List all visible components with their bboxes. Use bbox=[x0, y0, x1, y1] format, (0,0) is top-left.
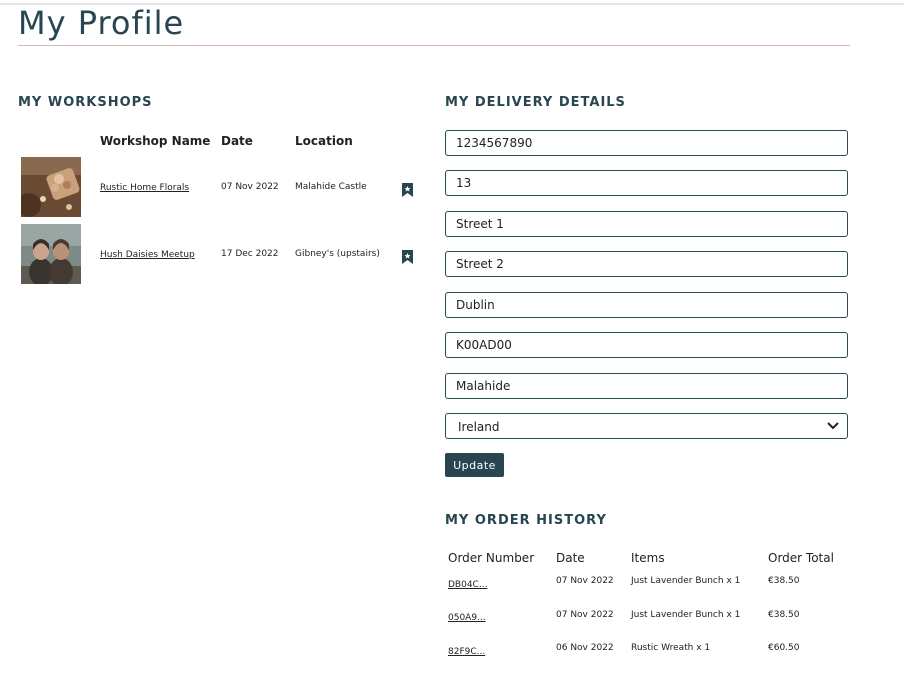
order-total-column-header: Order Total bbox=[768, 551, 834, 565]
workshop-location-column-header: Location bbox=[295, 134, 353, 148]
order-items-column-header: Items bbox=[631, 551, 665, 565]
order-history-heading: MY ORDER HISTORY bbox=[445, 513, 607, 528]
order-date-column-header: Date bbox=[556, 551, 585, 565]
order-items: Rustic Wreath x 1 bbox=[631, 643, 711, 653]
town-or-city-field[interactable] bbox=[445, 292, 848, 318]
order-total: €38.50 bbox=[768, 576, 800, 586]
delivery-details-heading: MY DELIVERY DETAILS bbox=[445, 95, 626, 110]
bookmark-icon[interactable] bbox=[402, 182, 413, 197]
order-number-link[interactable]: DB04C... bbox=[448, 580, 487, 590]
workshop-thumbnail bbox=[21, 224, 81, 284]
order-total: €38.50 bbox=[768, 610, 800, 620]
house-number-field[interactable] bbox=[445, 170, 848, 196]
order-number-column-header: Order Number bbox=[448, 551, 535, 565]
order-date: 07 Nov 2022 bbox=[556, 610, 614, 620]
order-number-link[interactable]: 050A9... bbox=[448, 613, 486, 623]
postcode-field[interactable] bbox=[445, 332, 848, 358]
workshop-thumbnail bbox=[21, 157, 81, 217]
workshops-heading: MY WORKSHOPS bbox=[18, 95, 153, 110]
street-address-1-field[interactable] bbox=[445, 211, 848, 237]
street-address-2-field[interactable] bbox=[445, 251, 848, 277]
order-items: Just Lavender Bunch x 1 bbox=[631, 610, 741, 620]
update-button[interactable]: Update bbox=[445, 453, 504, 477]
chevron-down-icon bbox=[827, 422, 839, 430]
workshop-row: Hush Daisies Meetup 17 Dec 2022 Gibney's… bbox=[0, 224, 420, 286]
county-field[interactable] bbox=[445, 373, 848, 399]
workshop-name-column-header: Workshop Name bbox=[100, 134, 211, 148]
country-select[interactable]: Ireland bbox=[445, 413, 848, 439]
workshop-name-link[interactable]: Rustic Home Florals bbox=[100, 183, 189, 193]
workshop-location: Gibney's (upstairs) bbox=[295, 249, 380, 259]
page-title: My Profile bbox=[18, 4, 185, 42]
title-divider bbox=[18, 45, 850, 46]
workshop-name-link[interactable]: Hush Daisies Meetup bbox=[100, 250, 195, 260]
order-number-link[interactable]: 82F9C... bbox=[448, 647, 485, 657]
workshop-date: 17 Dec 2022 bbox=[221, 249, 279, 259]
workshop-date-column-header: Date bbox=[221, 134, 253, 148]
workshop-date: 07 Nov 2022 bbox=[221, 182, 279, 192]
order-date: 07 Nov 2022 bbox=[556, 576, 614, 586]
workshop-location: Malahide Castle bbox=[295, 182, 367, 192]
workshop-row: Rustic Home Florals 07 Nov 2022 Malahide… bbox=[0, 157, 420, 219]
order-total: €60.50 bbox=[768, 643, 800, 653]
bookmark-icon[interactable] bbox=[402, 249, 413, 264]
phone-number-field[interactable] bbox=[445, 130, 848, 156]
order-date: 06 Nov 2022 bbox=[556, 643, 614, 653]
country-select-value: Ireland bbox=[458, 420, 500, 434]
order-items: Just Lavender Bunch x 1 bbox=[631, 576, 741, 586]
